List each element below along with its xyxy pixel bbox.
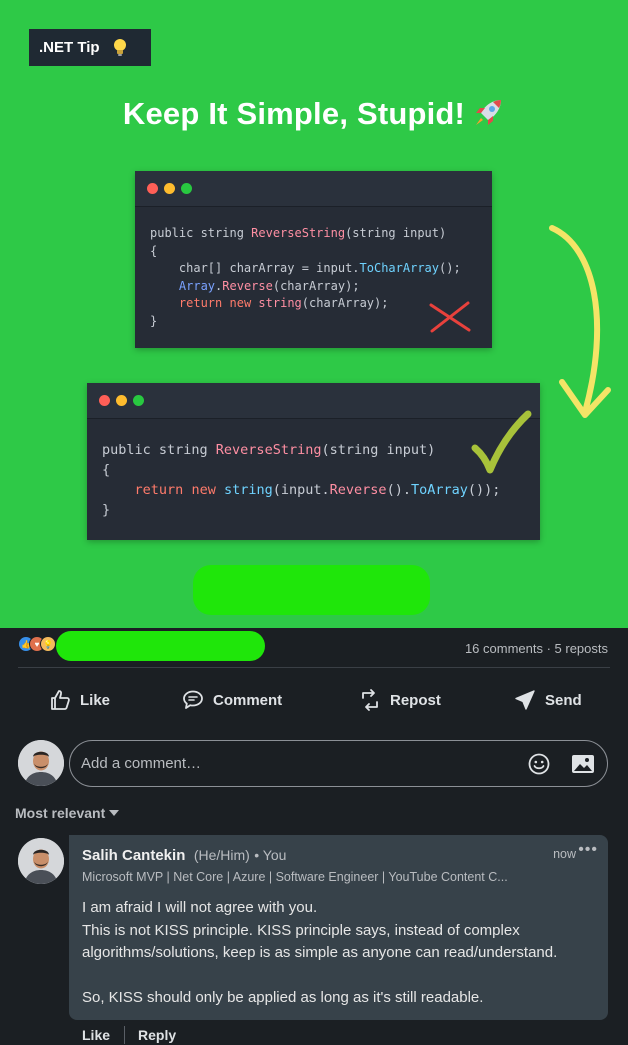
comment-bubble: Salih Cantekin (He/Him) • You Microsoft … <box>69 835 608 1020</box>
send-icon <box>515 690 535 710</box>
checkmark-icon <box>471 410 532 474</box>
minimize-dot <box>116 395 127 406</box>
comment-timestamp: now <box>553 847 576 861</box>
more-options-icon[interactable]: ••• <box>578 841 598 859</box>
sort-label: Most relevant <box>15 805 106 821</box>
maximize-dot <box>181 183 192 194</box>
code-line: { <box>150 243 158 258</box>
comment-author-relation: • You <box>254 847 287 863</box>
comment-line: So, KISS should only be applied as long … <box>82 989 484 1006</box>
repost-label: Repost <box>390 691 441 709</box>
like-label: Like <box>80 691 111 709</box>
emoji-icon[interactable] <box>527 752 551 776</box>
comment-like-button[interactable]: Like <box>82 1027 110 1043</box>
post-image[interactable]: .NET Tip Keep It Simple, Stupid! public … <box>0 0 628 628</box>
comment-author-name[interactable]: Salih Cantekin <box>82 847 185 864</box>
thumbs-up-icon <box>51 690 70 710</box>
minimize-dot <box>164 183 175 194</box>
send-button[interactable]: Send <box>513 688 582 712</box>
repost-button[interactable]: Repost <box>358 688 441 712</box>
close-dot <box>99 395 110 406</box>
comment-avatar[interactable] <box>18 838 64 884</box>
add-comment-field[interactable] <box>69 740 608 787</box>
red-x-icon <box>429 301 471 333</box>
code-line: Array.Reverse(charArray); <box>178 278 360 293</box>
repost-icon <box>362 689 378 711</box>
rocket-icon <box>476 100 502 125</box>
comment-text: I am afraid I will not agree with you. T… <box>82 897 595 1010</box>
post-actions-bar: Like Comment Repost Send <box>0 680 628 722</box>
like-button[interactable]: Like <box>48 688 110 712</box>
user-avatar-image <box>18 838 64 884</box>
caret-down-icon <box>109 810 120 816</box>
headline-text: Keep It Simple, Stupid! <box>122 96 466 131</box>
close-dot <box>147 183 158 194</box>
code-line: } <box>102 502 111 518</box>
window-titlebar <box>135 171 492 207</box>
divider <box>18 667 610 668</box>
comment-reply-button[interactable]: Reply <box>138 1027 176 1043</box>
comment-line <box>82 965 595 988</box>
comment-button[interactable]: Comment <box>181 688 282 712</box>
image-icon[interactable] <box>570 752 596 776</box>
code-line: char[] charArray = input.ToCharArray(); <box>150 261 461 275</box>
headline: Keep It Simple, Stupid! <box>0 96 628 132</box>
code-line: return new string(input.Reverse().ToArra… <box>134 482 501 498</box>
net-tip-badge: .NET Tip <box>29 29 151 66</box>
redaction-mark <box>193 565 430 615</box>
comment-label: Comment <box>213 691 283 709</box>
lightbulb-icon <box>113 38 126 56</box>
reaction-icons[interactable]: 👍 ♥ 💡 <box>18 636 56 652</box>
divider <box>124 1026 126 1044</box>
comment-author-pronouns: (He/Him) <box>193 847 250 863</box>
send-label: Send <box>545 691 582 709</box>
comment-line: This is not KISS principle. KISS princip… <box>82 921 558 962</box>
redaction-mark <box>56 631 265 661</box>
comment-author-line: Salih Cantekin (He/Him) • You <box>82 847 595 865</box>
badge-label: .NET Tip <box>39 39 100 56</box>
maximize-dot <box>133 395 144 406</box>
comment-author-headline: Microsoft MVP | Net Core | Azure | Softw… <box>82 870 508 884</box>
code-line: public string ReverseString(string input… <box>150 226 447 240</box>
comment-line: I am afraid I will not agree with you. <box>82 899 318 916</box>
comment-input[interactable] <box>81 755 501 772</box>
comment-icon <box>183 690 203 709</box>
insightful-reaction-icon: 💡 <box>40 636 56 652</box>
user-avatar-image <box>18 740 64 786</box>
curved-arrow-icon <box>549 225 611 418</box>
sort-dropdown[interactable]: Most relevant <box>15 805 120 821</box>
avatar[interactable] <box>18 740 64 786</box>
comment-actions: Like Reply <box>82 1026 176 1044</box>
comments-reposts-count[interactable]: 16 comments · 5 reposts <box>465 641 608 656</box>
